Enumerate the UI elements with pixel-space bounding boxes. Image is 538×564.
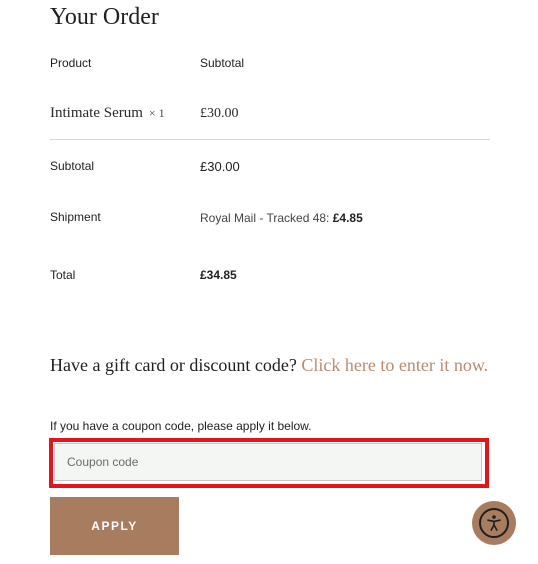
gift-card-heading: Have a gift card or discount code? Click… (50, 354, 490, 376)
order-item-label: Intimate Serum (50, 105, 143, 121)
gift-card-question: Have a gift card or discount code? (50, 355, 302, 375)
subtotal-label: Subtotal (50, 159, 95, 173)
coupon-code-input[interactable] (54, 443, 482, 481)
coupon-help-text: If you have a coupon code, please apply … (50, 419, 312, 433)
shipment-method: Royal Mail - Tracked 48: (200, 211, 333, 225)
total-value: £34.85 (200, 268, 237, 282)
order-item-price: £30.00 (200, 106, 239, 121)
order-divider (50, 139, 490, 140)
order-item-qty: × 1 (148, 106, 165, 120)
apply-coupon-button[interactable]: APPLY (50, 497, 179, 555)
gift-card-link[interactable]: Click here to enter it now. (301, 355, 488, 375)
header-product: Product (50, 56, 92, 70)
shipment-value: Royal Mail - Tracked 48: £4.85 (200, 211, 363, 225)
shipment-label: Shipment (50, 210, 101, 224)
accessibility-icon (479, 508, 509, 538)
header-subtotal: Subtotal (200, 56, 245, 70)
order-item-name: Intimate Serum × 1 (50, 105, 165, 122)
accessibility-button[interactable] (472, 501, 516, 545)
page-title: Your Order (50, 4, 159, 30)
shipment-price: £4.85 (332, 211, 363, 225)
total-label: Total (50, 268, 76, 282)
coupon-highlight-frame (49, 438, 489, 488)
subtotal-value: £30.00 (200, 159, 240, 174)
